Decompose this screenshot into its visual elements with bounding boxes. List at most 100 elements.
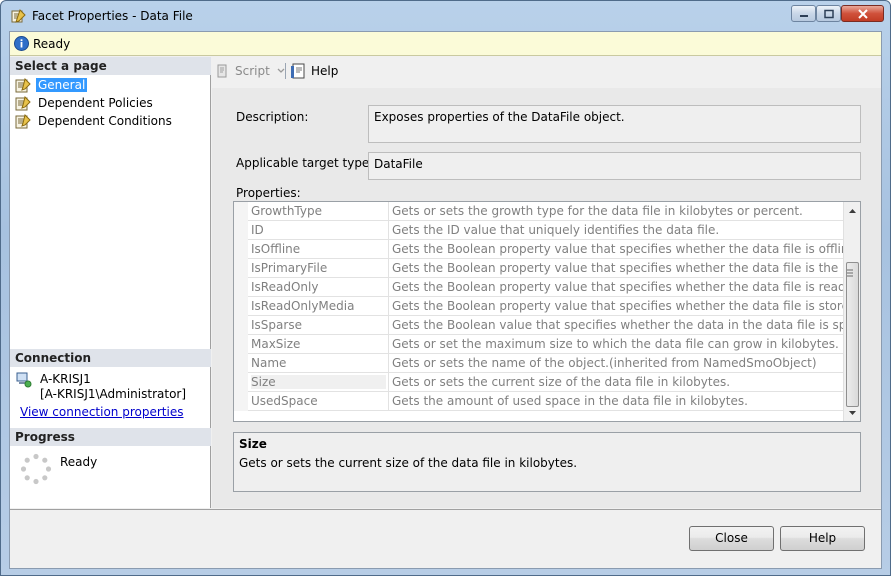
property-description: Gets the Boolean property value that spe… [392, 242, 844, 256]
property-row[interactable]: IsSparse Gets the Boolean value that spec… [234, 316, 844, 335]
property-name: IsReadOnlyMedia [251, 299, 355, 313]
column-divider [388, 240, 389, 259]
help-toolbar-button[interactable]: Help [290, 62, 338, 80]
property-row[interactable]: GrowthType Gets or sets the growth type f… [234, 202, 844, 221]
property-description: Gets or set the maximum size to which th… [392, 337, 839, 351]
scroll-up-icon[interactable] [847, 206, 858, 216]
property-row[interactable]: Name Gets or sets the name of the object.… [234, 354, 844, 373]
property-description: Gets the Boolean property value that spe… [392, 261, 844, 275]
property-description: Gets the Boolean property value that spe… [392, 299, 844, 313]
property-name: IsPrimaryFile [251, 261, 328, 275]
column-divider [388, 392, 389, 411]
row-gutter [234, 335, 248, 354]
script-button[interactable]: Script [215, 62, 286, 80]
page-item-dependent-conditions[interactable]: Dependent Conditions [15, 112, 174, 130]
property-help-panel: Size Gets or sets the current size of th… [233, 432, 861, 492]
column-divider [388, 297, 389, 316]
script-label: Script [235, 64, 270, 78]
description-field[interactable]: Exposes properties of the DataFile objec… [368, 105, 861, 143]
target-types-label: Applicable target types: [236, 156, 380, 170]
property-name: ID [251, 223, 264, 237]
page-item-general[interactable]: General [15, 76, 88, 94]
help-toolbar-label: Help [311, 64, 339, 78]
minimize-button[interactable] [791, 5, 816, 22]
page-item-label: Dependent Conditions [38, 114, 172, 128]
property-row[interactable]: UsedSpace Gets the amount of used space i… [234, 392, 844, 411]
scroll-down-icon[interactable] [847, 408, 858, 418]
row-gutter [234, 278, 248, 297]
column-divider [388, 259, 389, 278]
server-icon [16, 372, 32, 388]
properties-scrollbar[interactable] [843, 202, 860, 421]
dialog-window: Facet Properties - Data File Ready Selec… [0, 0, 891, 576]
property-row[interactable]: MaxSize Gets or set the maximum size to w… [234, 335, 844, 354]
page-item-dependent-policies[interactable]: Dependent Policies [15, 94, 155, 112]
property-name: MaxSize [251, 337, 301, 351]
scroll-grip-icon [847, 269, 853, 277]
row-gutter [234, 221, 248, 240]
help-book-icon [291, 63, 305, 78]
view-connection-properties-link[interactable]: View connection properties [20, 405, 183, 419]
property-row[interactable]: IsOffline Gets the Boolean property value… [234, 240, 844, 259]
properties-grid[interactable]: GrowthType Gets or sets the growth type f… [233, 201, 861, 422]
select-page-header: Select a page [10, 57, 211, 75]
properties-label: Properties: [236, 186, 301, 200]
property-row[interactable]: IsReadOnlyMedia Gets the Boolean property… [234, 297, 844, 316]
property-row[interactable]: IsReadOnly Gets the Boolean property valu… [234, 278, 844, 297]
server-name: A-KRISJ1 [40, 372, 91, 386]
help-panel-title: Size [239, 437, 267, 451]
property-name: Size [251, 375, 386, 389]
title-bar[interactable]: Facet Properties - Data File [1, 1, 890, 31]
row-gutter [234, 354, 248, 373]
row-gutter [234, 240, 248, 259]
column-divider [388, 335, 389, 354]
property-row[interactable]: IsPrimaryFile Gets the Boolean property v… [234, 259, 844, 278]
progress-spinner-icon [20, 453, 52, 485]
help-button[interactable]: Help [780, 526, 865, 551]
property-row[interactable]: ID Gets the ID value that uniquely identi… [234, 221, 844, 240]
maximize-button[interactable] [816, 5, 841, 22]
row-gutter [234, 316, 248, 335]
page-icon [15, 77, 31, 92]
row-gutter [234, 259, 248, 278]
property-description: Gets the Boolean value that specifies wh… [392, 318, 844, 332]
window-title: Facet Properties - Data File [32, 9, 193, 23]
content-pane: Script Help Description: Exposes propert… [212, 57, 881, 508]
column-divider [388, 221, 389, 240]
close-icon [857, 8, 868, 19]
connection-info: A-KRISJ1 [A-KRISJ1\Administrator] View c… [16, 372, 206, 422]
page-icon [15, 113, 31, 128]
info-icon [14, 36, 29, 51]
close-window-button[interactable] [841, 5, 884, 22]
row-gutter [234, 297, 248, 316]
row-gutter [234, 373, 248, 392]
property-name: Name [251, 356, 287, 370]
connection-user: [A-KRISJ1\Administrator] [40, 387, 187, 401]
scrollbar-thumb[interactable] [846, 262, 859, 407]
status-bar: Ready [10, 32, 881, 56]
button-bar: Close Help [10, 509, 881, 568]
column-divider [388, 202, 389, 221]
toolbar: Script Help [212, 57, 881, 85]
property-description: Gets or sets the current size of the dat… [392, 375, 731, 389]
target-types-field[interactable]: DataFile [368, 152, 861, 180]
property-description: Gets or sets the growth type for the dat… [392, 204, 803, 218]
close-button[interactable]: Close [689, 526, 774, 551]
facet-properties-icon [11, 9, 26, 23]
property-description: Gets the Boolean property value that spe… [392, 280, 844, 294]
row-gutter [234, 392, 248, 411]
maximize-icon [823, 9, 834, 18]
column-divider [388, 373, 389, 392]
property-row[interactable]: Size Gets or sets the current size of the… [234, 373, 844, 392]
dialog-client-area: Ready Select a page General Dependent Po… [9, 31, 882, 569]
page-item-label: Dependent Policies [38, 96, 153, 110]
property-name: IsSparse [251, 318, 302, 332]
property-name: IsReadOnly [251, 280, 319, 294]
page-item-label: General [36, 78, 88, 92]
status-text: Ready [33, 37, 71, 51]
column-divider [388, 278, 389, 297]
left-pane: Select a page General Dependent Policies [10, 57, 211, 508]
row-gutter [234, 202, 248, 221]
progress-status: Ready [60, 455, 98, 469]
toolbar-separator [285, 63, 286, 79]
